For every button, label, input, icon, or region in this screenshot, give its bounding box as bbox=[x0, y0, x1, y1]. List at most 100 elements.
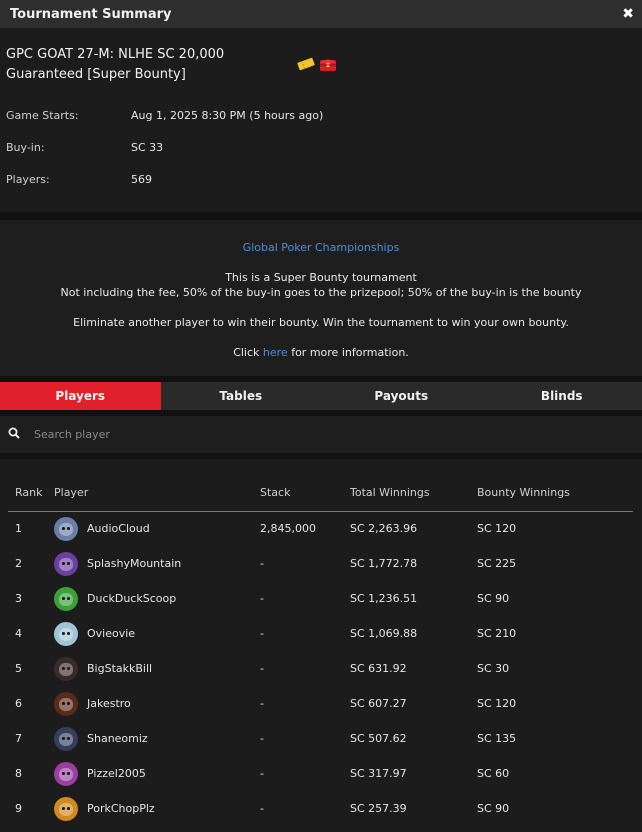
bounty-winnings-cell: SC 120 bbox=[477, 522, 517, 536]
stack-cell: 2,845,000 bbox=[260, 522, 316, 536]
rank-cell: 7 bbox=[15, 732, 22, 745]
description-line: This is a Super Bounty tournament bbox=[225, 271, 417, 284]
search-icon bbox=[8, 427, 20, 442]
detail-label: Game Starts: bbox=[6, 108, 79, 122]
header-player[interactable]: Player bbox=[54, 459, 260, 512]
close-icon[interactable]: ✖ bbox=[622, 7, 634, 21]
avatar bbox=[54, 796, 78, 821]
rank-cell: 9 bbox=[15, 802, 22, 815]
stack-cell: - bbox=[260, 697, 264, 710]
tournament-name: GPC GOAT 27-M: NLHE SC 20,000 Guaranteed… bbox=[6, 47, 225, 82]
table-row[interactable]: 8 Pizzel2005 - SC 317.97 SC 60 bbox=[8, 756, 633, 791]
total-winnings-cell: SC 507.62 bbox=[350, 732, 407, 745]
table-row[interactable]: 2 SplashyMountain - SC 1,772.78 SC 225 bbox=[8, 546, 633, 581]
player-cell: DuckDuckScoop bbox=[54, 581, 260, 616]
bounty-winnings-cell: SC 225 bbox=[477, 557, 517, 570]
player-cell: Shaneomiz bbox=[54, 721, 260, 756]
detail-value: Aug 1, 2025 8:30 PM (5 hours ago) bbox=[131, 108, 324, 122]
total-winnings-cell: SC 1,772.78 bbox=[350, 557, 418, 570]
avatar bbox=[54, 516, 78, 541]
table-row[interactable]: 5 BigStakkBill - SC 631.92 SC 30 bbox=[8, 651, 633, 686]
player-name[interactable]: SplashyMountain bbox=[87, 557, 181, 570]
player-cell: SplashyMountain bbox=[54, 546, 260, 581]
search-input[interactable] bbox=[34, 428, 434, 441]
table-row[interactable]: 3 DuckDuckScoop - SC 1,236.51 SC 90 bbox=[8, 581, 633, 616]
player-cell: Pizzel2005 bbox=[54, 756, 260, 791]
total-winnings-cell: SC 631.92 bbox=[350, 662, 407, 675]
rank-cell: 1 bbox=[15, 522, 22, 536]
rank-cell: 3 bbox=[15, 592, 22, 605]
detail-value: 569 bbox=[131, 172, 152, 186]
players-table-panel: Rank Player Stack Total Winnings Bounty … bbox=[0, 459, 642, 832]
header-stack[interactable]: Stack bbox=[260, 459, 350, 512]
avatar bbox=[54, 726, 78, 751]
tab-players[interactable]: Players bbox=[0, 382, 161, 410]
tab-payouts[interactable]: Payouts bbox=[321, 382, 482, 410]
total-winnings-cell: SC 607.27 bbox=[350, 697, 407, 710]
tournament-description: Global Poker Championships This is a Sup… bbox=[0, 220, 642, 376]
player-name[interactable]: AudioCloud bbox=[87, 522, 150, 535]
player-cell: Jakestro bbox=[54, 686, 260, 721]
bounty-winnings-cell: SC 90 bbox=[477, 802, 510, 815]
bounty-winnings-cell: SC 210 bbox=[477, 627, 517, 640]
window-title: Tournament Summary bbox=[10, 6, 172, 22]
divider bbox=[0, 212, 642, 220]
rank-cell: 2 bbox=[15, 557, 22, 570]
more-info-link[interactable]: here bbox=[263, 346, 288, 359]
avatar bbox=[54, 761, 78, 786]
stack-cell: - bbox=[260, 557, 264, 570]
stack-cell: - bbox=[260, 592, 264, 605]
rank-cell: 5 bbox=[15, 662, 22, 675]
description-line: Eliminate another player to win their bo… bbox=[73, 316, 569, 329]
avatar bbox=[54, 586, 78, 611]
tournament-info: GPC GOAT 27-M: NLHE SC 20,000 Guaranteed… bbox=[0, 28, 642, 212]
bounty-chest-icon bbox=[318, 55, 338, 76]
title-bar: Tournament Summary ✖ bbox=[0, 0, 642, 28]
stack-cell: - bbox=[260, 767, 264, 780]
total-winnings-cell: SC 257.39 bbox=[350, 802, 407, 815]
total-winnings-cell: SC 1,069.88 bbox=[350, 627, 418, 640]
avatar bbox=[54, 551, 78, 576]
header-bounty-winnings[interactable]: Bounty Winnings bbox=[477, 459, 633, 512]
bounty-winnings-cell: SC 30 bbox=[477, 662, 510, 675]
player-cell: PorkChopPlz bbox=[54, 791, 260, 826]
total-winnings-cell: SC 1,236.51 bbox=[350, 592, 418, 605]
detail-label: Players: bbox=[6, 172, 50, 186]
click-prefix: Click bbox=[233, 346, 260, 359]
rank-cell: 4 bbox=[15, 627, 22, 640]
player-cell: Ovieovie bbox=[54, 616, 260, 651]
stack-cell: - bbox=[260, 732, 264, 745]
stack-cell: - bbox=[260, 662, 264, 675]
detail-buy-in: Buy-in: SC 33 bbox=[6, 131, 636, 163]
description-line: Not including the fee, 50% of the buy-in… bbox=[60, 286, 582, 299]
header-total-winnings[interactable]: Total Winnings bbox=[350, 459, 477, 512]
rank-cell: 6 bbox=[15, 697, 22, 710]
table-row[interactable]: 7 Shaneomiz - SC 507.62 SC 135 bbox=[8, 721, 633, 756]
bounty-winnings-cell: SC 60 bbox=[477, 767, 510, 780]
bounty-winnings-cell: SC 120 bbox=[477, 697, 517, 710]
header-rank[interactable]: Rank bbox=[8, 459, 54, 512]
table-row[interactable]: 1 AudioCloud 2,845,000 SC 2,263.96 SC 120 bbox=[8, 511, 633, 546]
table-row[interactable]: 4 Ovieovie - SC 1,069.88 SC 210 bbox=[8, 616, 633, 651]
player-name[interactable]: Ovieovie bbox=[87, 627, 135, 640]
player-name[interactable]: PorkChopPlz bbox=[87, 802, 155, 815]
player-name[interactable]: Jakestro bbox=[87, 697, 131, 710]
player-name[interactable]: Pizzel2005 bbox=[87, 767, 146, 780]
stack-cell: - bbox=[260, 627, 264, 640]
avatar bbox=[54, 691, 78, 716]
tab-blinds[interactable]: Blinds bbox=[482, 382, 642, 410]
table-row[interactable]: 9 PorkChopPlz - SC 257.39 SC 90 bbox=[8, 791, 633, 826]
click-suffix: for more information. bbox=[291, 346, 409, 359]
table-row[interactable]: 6 Jakestro - SC 607.27 SC 120 bbox=[8, 686, 633, 721]
total-winnings-cell: SC 2,263.96 bbox=[350, 522, 418, 536]
search-bar bbox=[0, 416, 642, 453]
detail-label: Buy-in: bbox=[6, 140, 45, 154]
player-name[interactable]: DuckDuckScoop bbox=[87, 592, 176, 605]
player-name[interactable]: BigStakkBill bbox=[87, 662, 152, 675]
rank-cell: 8 bbox=[15, 767, 22, 780]
player-cell: BigStakkBill bbox=[54, 651, 260, 686]
player-name[interactable]: Shaneomiz bbox=[87, 732, 148, 745]
avatar bbox=[54, 621, 78, 646]
tab-tables[interactable]: Tables bbox=[161, 382, 322, 410]
series-link[interactable]: Global Poker Championships bbox=[243, 241, 400, 254]
